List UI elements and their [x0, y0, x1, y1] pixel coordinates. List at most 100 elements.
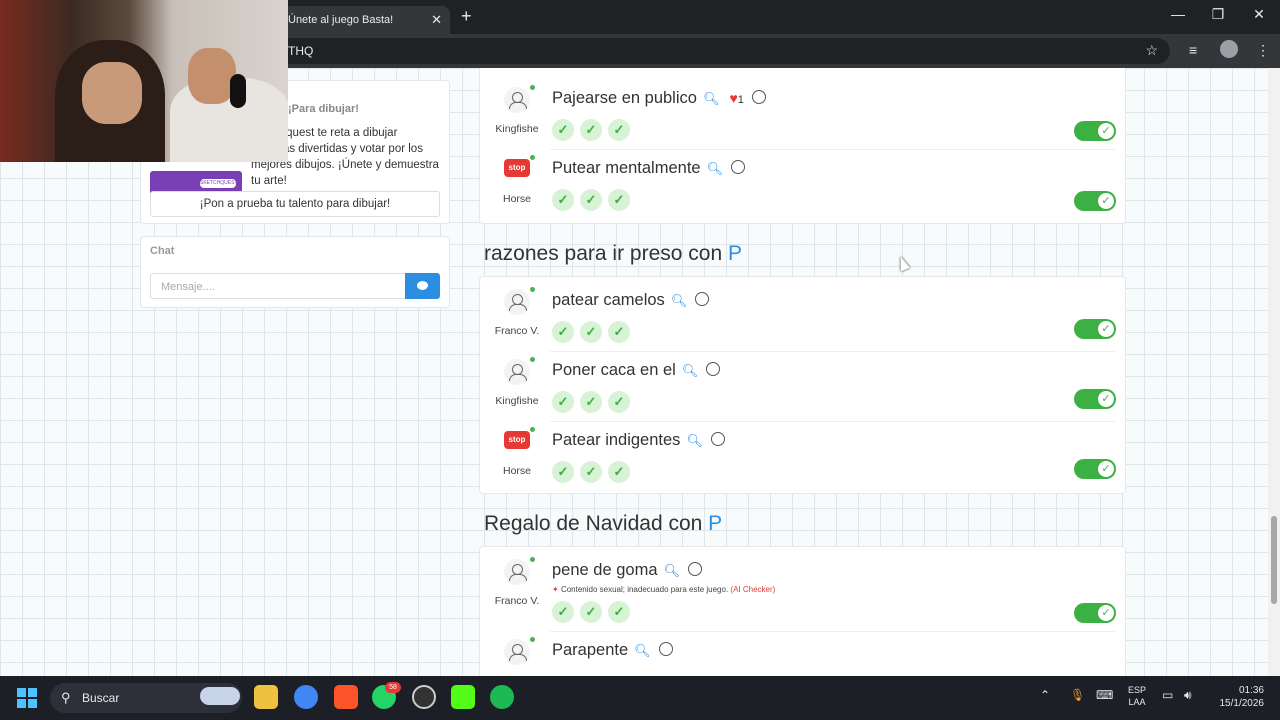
online-dot	[530, 85, 535, 90]
chrome-icon[interactable]	[294, 685, 318, 709]
vote-checks: ✓ ✓ ✓	[552, 321, 636, 343]
check-icon: ✓	[552, 391, 574, 413]
smiley-icon[interactable]	[731, 159, 746, 174]
ai-warning: ✦ Contenido sexual; inadecuado para este…	[552, 585, 776, 594]
maximize-button[interactable]: ❐	[1208, 6, 1228, 23]
check-icon: ✓	[580, 391, 602, 413]
system-clock[interactable]: 01:36 15/1/2026	[1208, 684, 1265, 710]
promo-button[interactable]: ¡Pon a prueba tu talento para dibujar!	[150, 191, 440, 217]
windows-start-icon[interactable]	[17, 688, 37, 708]
microphone-icon[interactable]: 🎙︎	[1070, 688, 1085, 702]
chat-card: Chat Mensaje....	[140, 236, 450, 308]
answer-text: Parapente 🔍︎	[552, 641, 673, 660]
smiley-icon[interactable]	[710, 431, 725, 446]
media-control-icon[interactable]: ≡	[1189, 42, 1197, 58]
search-icon[interactable]: 🔍︎	[634, 643, 651, 659]
smiley-icon[interactable]	[751, 89, 766, 104]
valid-toggle[interactable]	[1074, 603, 1116, 623]
valid-toggle[interactable]	[1074, 121, 1116, 141]
check-icon: ✓	[580, 321, 602, 343]
answer-row: Parapente 🔍︎	[480, 631, 1125, 676]
close-window-button[interactable]: ✕	[1249, 6, 1269, 23]
valid-toggle[interactable]	[1074, 191, 1116, 211]
online-dot	[530, 427, 535, 432]
smiley-icon[interactable]	[658, 641, 673, 656]
menu-dots-icon[interactable]: ⋮	[1256, 42, 1270, 59]
whatsapp-badge: 58	[385, 682, 401, 693]
smiley-icon[interactable]	[706, 361, 721, 376]
clock-time: 01:36	[1238, 685, 1264, 696]
vote-checks: ✓ ✓ ✓	[552, 601, 636, 623]
check-icon: ✓	[552, 601, 574, 623]
check-icon: ✓	[608, 601, 630, 623]
chat-send-button[interactable]	[405, 273, 440, 299]
taskbar-search[interactable]: ⚲ Buscar	[50, 683, 242, 713]
valid-toggle[interactable]	[1074, 459, 1116, 479]
username: Franco V.	[494, 325, 540, 337]
smiley-icon[interactable]	[695, 291, 710, 306]
taskbar-search-label: Buscar	[82, 691, 120, 705]
answer-row: stop Horse Putear mentalmente 🔍︎ ✓ ✓ ✓	[480, 149, 1125, 219]
kick-icon[interactable]	[451, 685, 475, 709]
search-icon[interactable]: 🔍︎	[703, 91, 720, 107]
new-tab-button[interactable]: +	[461, 6, 472, 27]
category-title: Regalo de Navidad con P	[484, 512, 723, 535]
heart-icon[interactable]: ♥	[729, 90, 737, 106]
like-count: 1	[737, 94, 744, 106]
url-text: THQ	[288, 44, 314, 58]
category-card: Franco V. patear camelos🔍︎ ✓ ✓ ✓ Kingfishe…	[479, 276, 1126, 494]
promo-image-badge: SKETCHQUEST	[200, 179, 238, 188]
answer-row: Kingfishe Pajearse en publico 🔍︎ ♥1 ✓ ✓ ✓	[480, 79, 1125, 149]
volume-icon[interactable]: 🔊︎	[1184, 688, 1192, 703]
streamer-left-face	[82, 62, 142, 124]
webcam-overlay	[0, 0, 288, 162]
chevron-up-icon[interactable]: ⌃	[1040, 688, 1050, 702]
category-title: razones para ir preso con P	[484, 242, 742, 265]
browser-tab[interactable]: Únete al juego Basta! ✕	[278, 6, 450, 34]
smiley-icon[interactable]	[688, 561, 703, 576]
chat-title: Chat	[150, 245, 175, 257]
search-icon[interactable]: 🔍︎	[707, 161, 724, 177]
url-field[interactable]: THQ ☆	[270, 38, 1170, 64]
file-explorer-icon[interactable]	[254, 685, 278, 709]
mouse-cursor	[895, 254, 911, 272]
tab-close-icon[interactable]: ✕	[431, 12, 442, 28]
check-icon: ✓	[580, 119, 602, 141]
obs-icon[interactable]	[412, 685, 436, 709]
user-star-icon	[504, 559, 530, 585]
search-icon: ⚲	[61, 690, 71, 705]
search-icon[interactable]: 🔍︎	[664, 563, 681, 579]
valid-toggle[interactable]	[1074, 389, 1116, 409]
keyboard-icon[interactable]: ⌨	[1096, 688, 1113, 702]
minimize-button[interactable]: —	[1168, 6, 1188, 22]
user-star-icon	[504, 289, 530, 315]
valid-toggle[interactable]	[1074, 319, 1116, 339]
search-icon[interactable]: 🔍︎	[682, 363, 699, 379]
check-icon: ✓	[552, 189, 574, 211]
brave-icon[interactable]	[334, 685, 358, 709]
profile-avatar[interactable]	[1220, 40, 1238, 58]
check-icon: ✓	[608, 119, 630, 141]
sparkle-icon: ✦	[552, 585, 559, 594]
stop-badge: stop	[504, 431, 530, 449]
vote-checks: ✓ ✓ ✓	[552, 461, 636, 483]
answer-row: Franco V. patear camelos 🔍︎ ✓ ✓ ✓	[480, 281, 1125, 351]
username: Horse	[502, 465, 531, 477]
ai-checker-label: (AI Checker)	[730, 585, 776, 594]
search-icon[interactable]: 🔍︎	[671, 293, 688, 309]
page-scrollbar[interactable]	[1268, 68, 1280, 676]
chat-message-input[interactable]: Mensaje....	[150, 273, 406, 299]
spotify-icon[interactable]	[490, 685, 514, 709]
scrollbar-thumb[interactable]	[1271, 516, 1277, 604]
network-icon[interactable]: ▭	[1162, 688, 1173, 702]
check-icon: ✓	[552, 461, 574, 483]
search-icon[interactable]: 🔍︎	[686, 433, 703, 449]
online-dot	[530, 557, 535, 562]
answer-text: Patear indigentes 🔍︎	[552, 431, 725, 450]
user-icon	[504, 639, 530, 665]
answer-row: stop Horse Patear indigentes 🔍︎ ✓ ✓ ✓	[480, 421, 1125, 491]
language-indicator[interactable]: ESP LAA	[1122, 684, 1152, 708]
user-icon	[504, 359, 530, 385]
bookmark-star-icon[interactable]: ☆	[1145, 42, 1158, 59]
tab-title: Únete al juego Basta!	[288, 14, 394, 26]
